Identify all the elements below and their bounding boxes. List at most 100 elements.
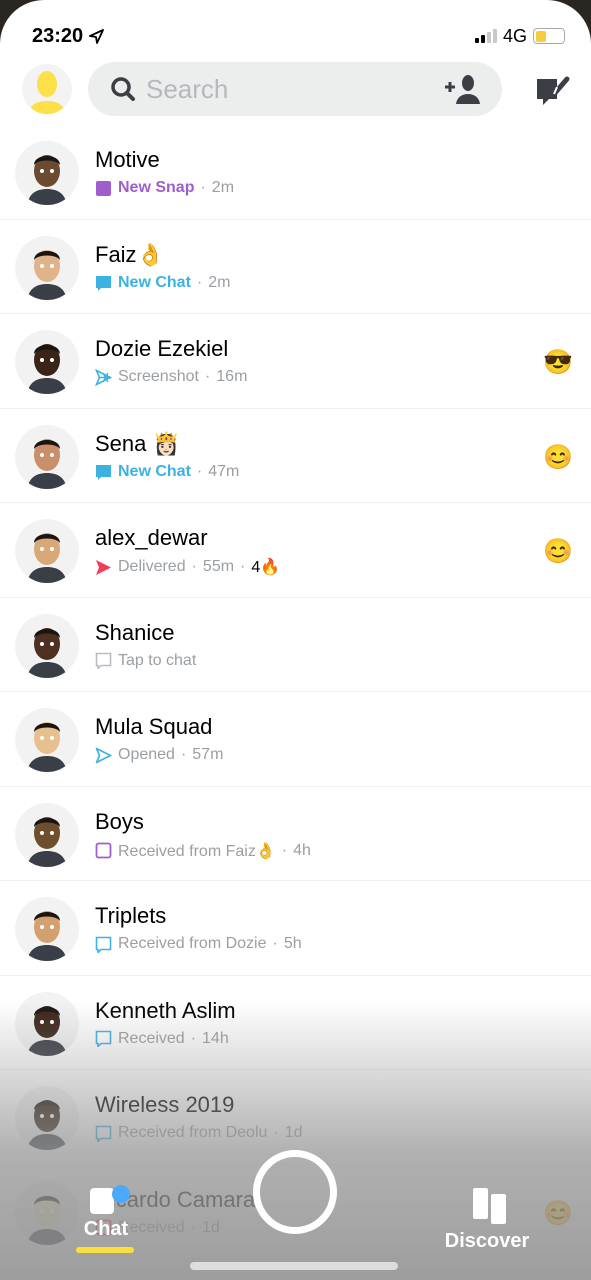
status-bar: 23:20 4G: [32, 22, 565, 50]
chat-outline-blue-icon: [95, 1125, 112, 1142]
chat-filled-blue-icon: [96, 465, 111, 480]
profile-avatar-button[interactable]: [22, 64, 72, 114]
friend-avatar[interactable]: [15, 897, 79, 961]
chat-status-line: New Chat · 2m: [95, 274, 230, 292]
nav-discover-tab[interactable]: Discover: [440, 1188, 534, 1253]
friend-emoji: 😎: [543, 349, 573, 376]
chat-list: Motive New Snap · 2m Faiz👌 New Chat · 2m D…: [0, 125, 591, 1259]
chat-name: Shanice: [95, 619, 175, 645]
friend-avatar[interactable]: [15, 802, 79, 867]
chat-status: New Chat: [118, 462, 191, 480]
chat-row[interactable]: Faiz👌 New Chat · 2m: [0, 220, 591, 314]
add-friend-icon[interactable]: [444, 74, 480, 104]
chat-time: 4h: [293, 841, 311, 859]
chat-status: Received: [118, 1029, 185, 1047]
bitmoji-avatar-icon: [27, 438, 67, 489]
chat-text: Wireless 2019 Received from Deolu · 1d: [95, 1092, 303, 1142]
separator-dot: ·: [191, 558, 197, 575]
chat-row[interactable]: Dozie Ezekiel Screenshot · 16m 😎: [0, 314, 591, 409]
chat-time: 16m: [216, 368, 248, 385]
arrow-outline-blue-icon: [95, 747, 112, 763]
chat-outline-grey-icon: [95, 652, 112, 669]
camera-shutter-button[interactable]: [253, 1150, 337, 1234]
separator-dot: ·: [272, 935, 278, 952]
separator-dot: ·: [190, 1029, 197, 1047]
chat-name: alex_dewar: [95, 525, 208, 550]
chat-status: Tap to chat: [118, 651, 197, 669]
active-tab-underline: [76, 1247, 134, 1253]
signal-icon: [474, 29, 497, 43]
header: Search: [22, 62, 571, 116]
chat-status-line: New Snap · 2m: [95, 179, 234, 197]
chat-status: Opened: [118, 746, 175, 763]
chat-status-line: Tap to chat: [95, 652, 196, 670]
friend-avatar[interactable]: [15, 330, 79, 394]
separator-dot: ·: [281, 841, 288, 859]
snap-filled-purple-icon: [96, 180, 111, 196]
new-chat-icon[interactable]: [535, 71, 571, 107]
chat-status: New Snap: [118, 179, 195, 196]
chat-time: 57m: [192, 746, 224, 763]
chat-text: Triplets Received from Dozie · 5h: [95, 903, 302, 953]
bitmoji-avatar-icon: [27, 533, 67, 583]
friend-avatar[interactable]: [15, 708, 79, 772]
chat-outline-blue-icon: [95, 936, 112, 953]
chat-time: 2m: [208, 273, 231, 291]
chat-status-line: Opened · 57m: [95, 746, 223, 764]
arrow-filled-red-icon: [96, 559, 111, 575]
separator-dot: ·: [240, 558, 246, 575]
chat-name: Faiz👌: [95, 241, 164, 267]
chat-status-line: Delivered · 55m · 4🔥: [95, 557, 280, 577]
chat-text: Motive New Snap · 2m: [95, 147, 234, 197]
chat-status: Received from Dozie: [118, 935, 267, 952]
chat-name: Wireless 2019: [95, 1092, 235, 1117]
chat-outline-blue-icon: [95, 1030, 112, 1047]
chat-status-line: Received from Faiz👌 · 4h: [95, 841, 311, 861]
separator-dot: ·: [180, 746, 187, 763]
chat-name: Triplets: [95, 903, 167, 928]
chat-row[interactable]: Shanice Tap to chat: [0, 598, 591, 692]
chat-row[interactable]: Triplets Received from Dozie · 5h: [0, 881, 591, 976]
nav-chat-tab[interactable]: Chat: [76, 1185, 136, 1253]
friend-emoji: 😊: [543, 538, 573, 565]
search-bar[interactable]: Search: [88, 62, 502, 116]
chat-row[interactable]: Sena 👸🏻 New Chat · 47m 😊: [0, 409, 591, 503]
chat-filled-blue-icon: [96, 276, 111, 291]
friend-avatar[interactable]: [15, 991, 79, 1056]
friend-emoji: 😊: [543, 443, 573, 471]
friend-avatar[interactable]: [15, 519, 79, 583]
chat-text: Boys Received from Faiz👌 · 4h: [95, 809, 311, 861]
chat-row[interactable]: Mula Squad Opened · 57m: [0, 692, 591, 787]
chat-bubble-icon: [90, 1188, 114, 1214]
chat-text: Faiz👌 New Chat · 2m: [95, 242, 230, 292]
chat-row[interactable]: alex_dewar Delivered · 55m · 4🔥 😊: [0, 503, 591, 598]
nav-discover-label: Discover: [444, 1230, 530, 1252]
chat-time: 47m: [208, 462, 240, 480]
chat-text: Mula Squad Opened · 57m: [95, 714, 223, 764]
home-indicator[interactable]: [190, 1262, 398, 1270]
chat-row[interactable]: Motive New Snap · 2m: [0, 125, 591, 220]
chat-row[interactable]: Boys Received from Faiz👌 · 4h: [0, 787, 591, 881]
bitmoji-avatar-icon: [27, 816, 67, 867]
bitmoji-avatar-icon: [27, 911, 67, 961]
chat-time: 14h: [202, 1029, 229, 1047]
search-placeholder: Search: [146, 73, 229, 104]
chat-status: New Chat: [118, 273, 191, 291]
chat-name: Sena 👸🏻: [95, 430, 180, 456]
chat-text: Sena 👸🏻 New Chat · 47m: [95, 431, 239, 481]
discover-icon: [473, 1188, 506, 1224]
chat-time: 55m: [202, 558, 235, 575]
screenshot-blue-icon: [95, 368, 112, 386]
chat-name: Motive: [95, 147, 160, 172]
streak-count: 4🔥: [251, 559, 281, 576]
bitmoji-avatar-icon: [27, 249, 67, 300]
friend-avatar[interactable]: [15, 141, 79, 205]
friend-avatar[interactable]: [15, 613, 79, 678]
chat-row[interactable]: Kenneth Aslim Received · 14h: [0, 976, 591, 1070]
chat-status-line: Received from Dozie · 5h: [95, 935, 302, 953]
chat-status-line: Received · 14h: [95, 1030, 236, 1048]
separator-dot: ·: [196, 273, 203, 291]
snap-outline-purple-icon: [95, 842, 112, 859]
friend-avatar[interactable]: [15, 424, 79, 489]
friend-avatar[interactable]: [15, 235, 79, 300]
